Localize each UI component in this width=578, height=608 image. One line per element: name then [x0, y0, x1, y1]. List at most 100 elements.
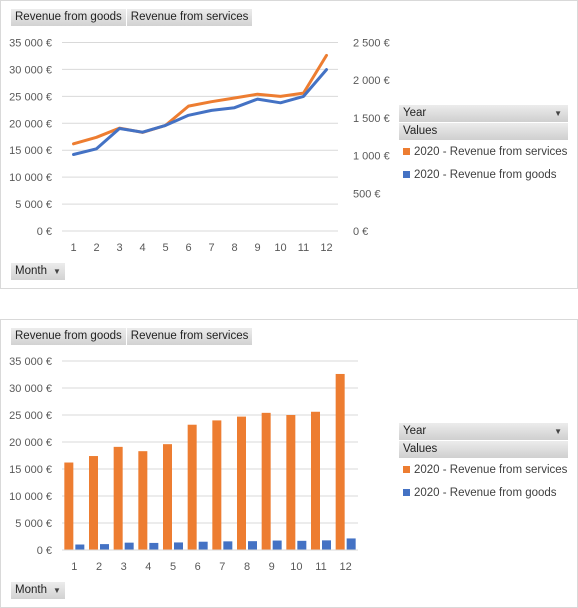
bar-goods	[124, 542, 134, 550]
bar-services	[335, 373, 345, 550]
month-field-button[interactable]: Month ▼	[11, 582, 65, 599]
y2-tick-label: 1 500 €	[353, 113, 390, 125]
bar-goods	[248, 541, 257, 550]
x-tick-label: 3	[116, 242, 122, 254]
bar-chart-pane: 0 € 5 000 € 10 000 € 15 000 € 20 000 € 25 000…	[0, 319, 578, 608]
bar-goods	[322, 540, 331, 550]
y2-tick-label: 2 500 €	[353, 38, 390, 50]
y-tick-label: 20 000 €	[9, 437, 52, 449]
bar-services	[261, 412, 271, 550]
legend-item-label: 2020 - Revenue from services	[414, 146, 568, 158]
legend-year-filter[interactable]: Year ▼	[399, 423, 568, 440]
x-tick-label: 2	[93, 242, 99, 254]
x-tick-label: 5	[162, 242, 168, 254]
bar-services	[64, 462, 74, 550]
bar-services	[237, 416, 246, 550]
dropdown-caret-icon[interactable]: ▼	[53, 267, 61, 276]
x-tick-label: 12	[320, 242, 332, 254]
x-tick-label: 6	[185, 242, 191, 254]
x-tick-label: 6	[195, 561, 201, 573]
bar-goods	[198, 541, 208, 550]
x-tick-label: 11	[298, 242, 309, 254]
x-tick-label: 4	[139, 242, 145, 254]
x-tick-label: 11	[315, 561, 326, 573]
x-tick-label: 9	[269, 561, 275, 573]
x-tick-label: 2	[96, 561, 102, 573]
bar-services	[89, 456, 98, 550]
y2-tick-label: 1 000 €	[353, 151, 390, 163]
x-tick-label: 10	[274, 242, 286, 254]
y-tick-label: 35 000 €	[9, 38, 52, 50]
y-tick-label: 30 000 €	[9, 64, 52, 76]
legend-values-label: Values	[403, 443, 438, 455]
x-tick-label: 1	[71, 561, 77, 573]
legend-values-label: Values	[403, 125, 438, 137]
y-tick-label: 10 000 €	[9, 491, 52, 503]
x-tick-label: 8	[244, 561, 250, 573]
y-tick-label: 5 000 €	[15, 518, 52, 530]
bar-goods	[174, 542, 183, 550]
bar-goods	[100, 544, 109, 550]
x-tick-label: 7	[219, 561, 225, 573]
x-tick-label: 12	[340, 561, 352, 573]
x-tick-label: 4	[145, 561, 151, 573]
month-field-label: Month	[15, 584, 47, 596]
y-tick-label: 25 000 €	[9, 410, 52, 422]
dropdown-caret-icon[interactable]: ▼	[554, 105, 562, 122]
bar-services	[163, 444, 172, 550]
y-tick-label: 10 000 €	[9, 172, 52, 184]
legend-year-label: Year	[403, 425, 427, 437]
y-tick-label: 0 €	[37, 545, 52, 557]
y-tick-label: 25 000 €	[9, 91, 52, 103]
field-button-revenue-services[interactable]: Revenue from services	[126, 9, 253, 26]
legend: Year ▼ Values 2020 - Revenue from servic…	[399, 105, 568, 187]
services-swatch-icon	[403, 466, 410, 473]
y-tick-label: 5 000 €	[15, 199, 52, 211]
y-tick-label: 20 000 €	[9, 118, 52, 130]
bar-goods	[272, 540, 282, 550]
bar-services	[212, 420, 222, 550]
x-tick-label: 7	[208, 242, 214, 254]
value-field-buttons: Revenue from goods Revenue from services	[11, 328, 253, 345]
dropdown-caret-icon[interactable]: ▼	[554, 423, 562, 440]
field-button-revenue-goods[interactable]: Revenue from goods	[11, 328, 126, 345]
month-field-button[interactable]: Month ▼	[11, 263, 65, 280]
legend-values-header: Values	[399, 123, 568, 140]
bar-services	[187, 424, 197, 550]
x-tick-label: 3	[121, 561, 127, 573]
series-line-goods	[72, 68, 328, 156]
field-button-revenue-services[interactable]: Revenue from services	[126, 328, 253, 345]
bar-services	[311, 411, 320, 550]
legend-year-filter[interactable]: Year ▼	[399, 105, 568, 122]
y-tick-label: 15 000 €	[9, 145, 52, 157]
goods-swatch-icon	[403, 171, 410, 178]
bar-services	[286, 415, 296, 550]
legend-item-goods: 2020 - Revenue from goods	[399, 164, 568, 187]
y-tick-label: 0 €	[37, 226, 52, 238]
field-button-revenue-goods[interactable]: Revenue from goods	[11, 9, 126, 26]
x-tick-label: 8	[231, 242, 237, 254]
x-tick-label: 10	[290, 561, 302, 573]
legend-item-label: 2020 - Revenue from goods	[414, 487, 557, 499]
bar-services	[138, 451, 148, 550]
legend-item-services: 2020 - Revenue from services	[399, 141, 568, 164]
bar-goods	[346, 538, 356, 550]
bar-goods	[75, 544, 85, 550]
y2-tick-label: 500 €	[353, 188, 381, 200]
y-tick-label: 35 000 €	[9, 356, 52, 368]
value-field-buttons: Revenue from goods Revenue from services	[11, 9, 253, 26]
y2-tick-label: 0 €	[353, 226, 368, 238]
legend-item-goods: 2020 - Revenue from goods	[399, 482, 568, 505]
legend-item-label: 2020 - Revenue from goods	[414, 169, 557, 181]
line-chart-pane: 0 € 5 000 € 10 000 € 15 000 € 20 000 € 25 000…	[0, 0, 578, 289]
legend-year-label: Year	[403, 107, 427, 119]
bar-goods	[223, 541, 233, 550]
x-tick-label: 5	[170, 561, 176, 573]
y2-tick-label: 2 000 €	[353, 75, 390, 87]
dropdown-caret-icon[interactable]: ▼	[53, 586, 61, 595]
x-tick-label: 1	[70, 242, 76, 254]
y-tick-label: 30 000 €	[9, 383, 52, 395]
legend-item-label: 2020 - Revenue from services	[414, 464, 568, 476]
legend-values-header: Values	[399, 441, 568, 458]
legend-item-services: 2020 - Revenue from services	[399, 459, 568, 482]
